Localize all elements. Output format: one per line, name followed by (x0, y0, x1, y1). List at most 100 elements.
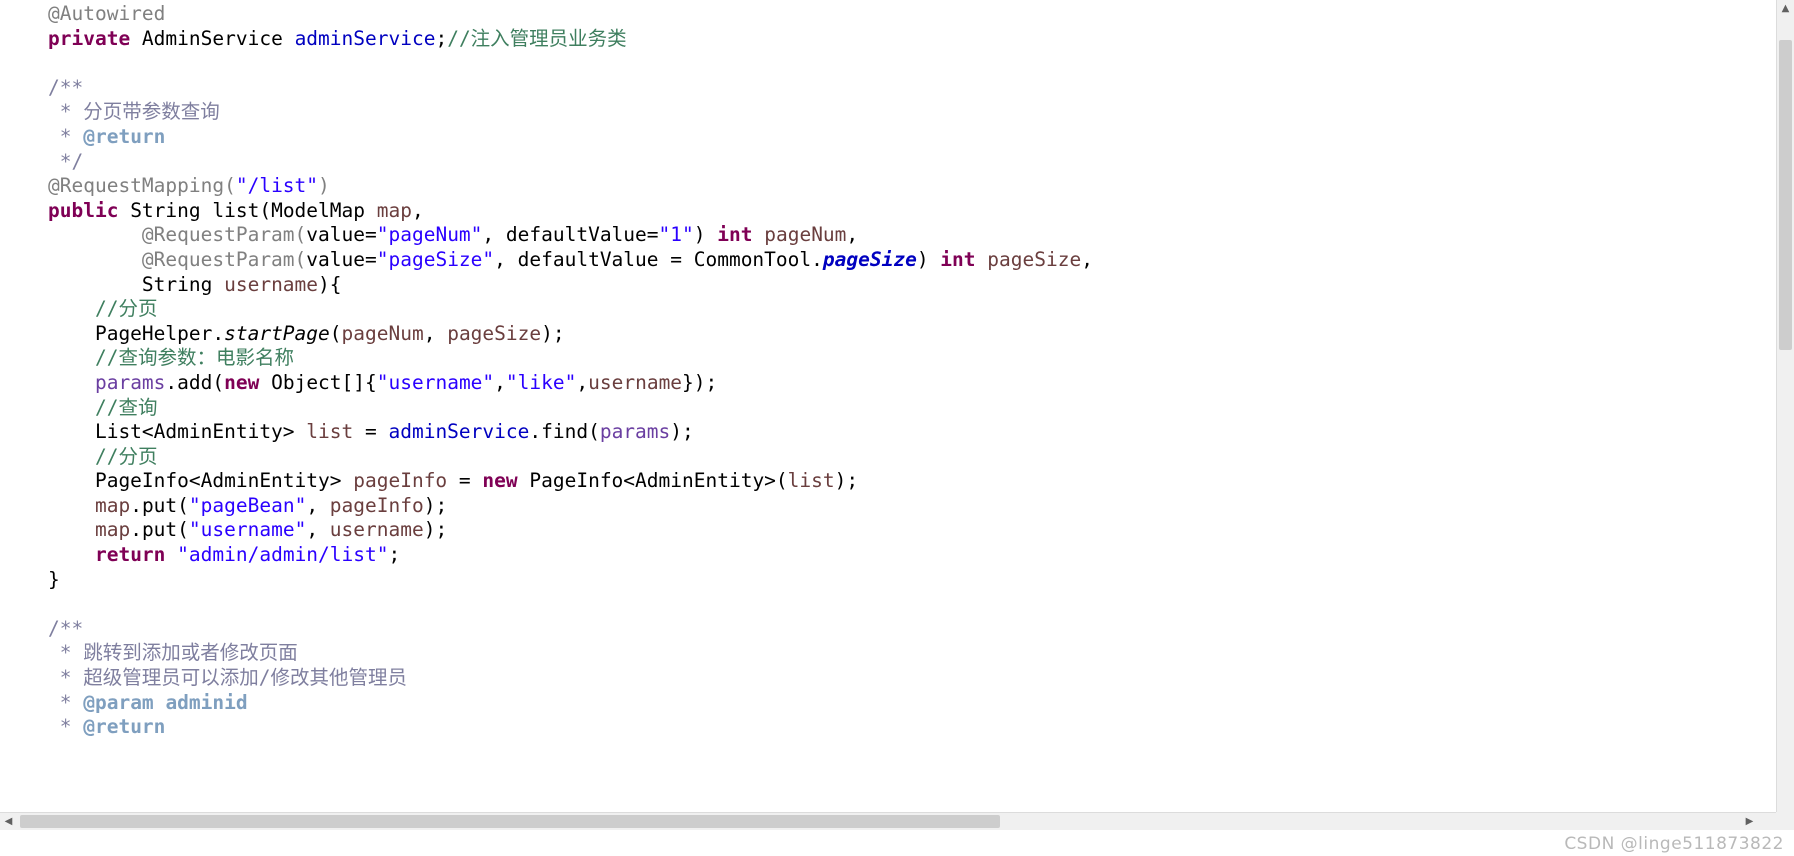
code-line[interactable]: //查询参数：电影名称 (48, 346, 1093, 371)
code-token: , (306, 518, 330, 542)
code-line[interactable]: * @return (48, 125, 1093, 150)
code-token: adminService (388, 420, 530, 444)
code-token: //注入管理员业务类 (447, 26, 627, 50)
code-token: "1" (658, 223, 694, 247)
code-token: //查询 (94, 395, 158, 419)
code-line[interactable]: //分页 (48, 445, 1093, 470)
code-token: new (224, 370, 260, 394)
code-line[interactable]: * @param adminid (48, 691, 1093, 716)
bottom-strip: CSDN @linge511873822 (0, 830, 1794, 856)
code-token: //分页 (94, 444, 158, 468)
code-editor-viewport[interactable]: @Autowired private AdminService adminServ… (0, 0, 1776, 830)
code-token: , (1081, 247, 1093, 271)
code-token: adminid (165, 690, 248, 714)
code-token: list (306, 420, 354, 444)
code-token: "like" (505, 370, 577, 394)
code-line[interactable] (48, 592, 1093, 617)
code-token: ) (916, 247, 941, 271)
code-line[interactable]: List<AdminEntity> list = adminService.fi… (48, 420, 1093, 445)
code-line[interactable]: //分页 (48, 297, 1093, 322)
code-token: String list(ModelMap (118, 198, 377, 222)
vertical-scrollbar[interactable]: ▲ ▼ (1776, 0, 1794, 830)
code-token: params (599, 420, 671, 444)
code-token: .put( (130, 493, 189, 517)
code-token: return (94, 543, 166, 567)
code-token: 分页带参数查询 (83, 100, 220, 124)
code-token: map (94, 493, 131, 517)
horizontal-scrollbar[interactable]: ◀ ▶ (0, 812, 1776, 830)
code-token: list (787, 469, 835, 493)
code-token: 跳转到添加或者修改页面 (83, 641, 298, 665)
code-line[interactable]: map.put("username", username); (48, 518, 1093, 543)
code-token: map (94, 518, 131, 542)
code-line[interactable]: * @return (48, 715, 1093, 740)
code-token: @return (83, 124, 166, 148)
code-line[interactable]: String username){ (48, 273, 1093, 298)
code-token: } (48, 567, 60, 591)
code-line[interactable]: PageHelper.startPage(pageNum, pageSize); (48, 322, 1093, 347)
code-token: pageNum (764, 223, 847, 247)
code-token: PageInfo<AdminEntity>( (517, 469, 788, 493)
code-line[interactable]: */ (48, 150, 1093, 175)
code-line[interactable]: params.add(new Object[]{"username","like… (48, 371, 1093, 396)
code-token: "pageNum" (376, 223, 483, 247)
code-token: ) (693, 223, 718, 247)
code-token: pageInfo (353, 469, 448, 493)
code-line[interactable]: } (48, 568, 1093, 593)
code-line[interactable]: return "admin/admin/list"; (48, 543, 1093, 568)
code-token: //查询参数：电影名称 (94, 346, 294, 370)
code-line[interactable]: @RequestMapping("/list") (48, 174, 1093, 199)
code-token: .put( (130, 518, 189, 542)
code-token: pageInfo (329, 493, 424, 517)
code-token: ; (435, 26, 448, 50)
code-content[interactable]: @Autowired private AdminService adminServ… (48, 2, 1093, 740)
code-line[interactable]: * 分页带参数查询 (48, 100, 1093, 125)
vertical-scrollbar-thumb[interactable] (1779, 40, 1792, 350)
code-line[interactable]: public String list(ModelMap map, (48, 199, 1093, 224)
scroll-right-arrow-icon[interactable]: ▶ (1741, 813, 1758, 830)
code-token: @RequestParam( (141, 223, 307, 247)
code-line[interactable]: map.put("pageBean", pageInfo); (48, 494, 1093, 519)
code-token: AdminService (130, 26, 295, 50)
code-token: Object[]{ (259, 370, 377, 394)
code-line[interactable] (48, 51, 1093, 76)
code-token: username (329, 518, 424, 542)
code-token: username (588, 370, 683, 394)
code-editor-window: @Autowired private AdminService adminServ… (0, 0, 1794, 856)
code-token: "/list" (235, 174, 319, 198)
code-token: .add( (165, 370, 225, 394)
code-line[interactable]: @RequestParam(value="pageSize", defaultV… (48, 248, 1093, 273)
code-line[interactable]: private AdminService adminService;//注入管理… (48, 27, 1093, 52)
code-token: , defaultValue= (482, 223, 659, 247)
code-line[interactable]: * 跳转到添加或者修改页面 (48, 641, 1093, 666)
code-token: params (94, 370, 166, 394)
code-token: pageSize (987, 247, 1082, 271)
code-line[interactable]: //查询 (48, 396, 1093, 421)
code-line[interactable]: /** (48, 617, 1093, 642)
csdn-watermark: CSDN @linge511873822 (1564, 834, 1784, 854)
scroll-left-arrow-icon[interactable]: ◀ (0, 813, 17, 830)
code-line[interactable]: PageInfo<AdminEntity> pageInfo = new Pag… (48, 469, 1093, 494)
code-token: "username" (188, 518, 307, 542)
code-line[interactable]: /** (48, 76, 1093, 101)
code-token: ); (423, 518, 448, 542)
code-token: * (48, 666, 84, 690)
scroll-up-arrow-icon[interactable]: ▲ (1777, 0, 1794, 17)
code-token: , (846, 223, 859, 247)
code-token: .find( (529, 420, 600, 444)
code-token: * (48, 641, 84, 665)
code-line[interactable]: * 超级管理员可以添加/修改其他管理员 (48, 666, 1093, 691)
code-token: , (576, 370, 589, 394)
code-line[interactable]: @Autowired (48, 2, 1093, 27)
code-token: startPage (224, 321, 330, 345)
horizontal-scrollbar-thumb[interactable] (20, 815, 1000, 828)
code-token: map (376, 198, 412, 222)
code-line[interactable]: @RequestParam(value="pageNum", defaultVa… (48, 223, 1093, 248)
code-token: @RequestParam( (141, 247, 307, 271)
code-token: ){ (318, 272, 342, 296)
